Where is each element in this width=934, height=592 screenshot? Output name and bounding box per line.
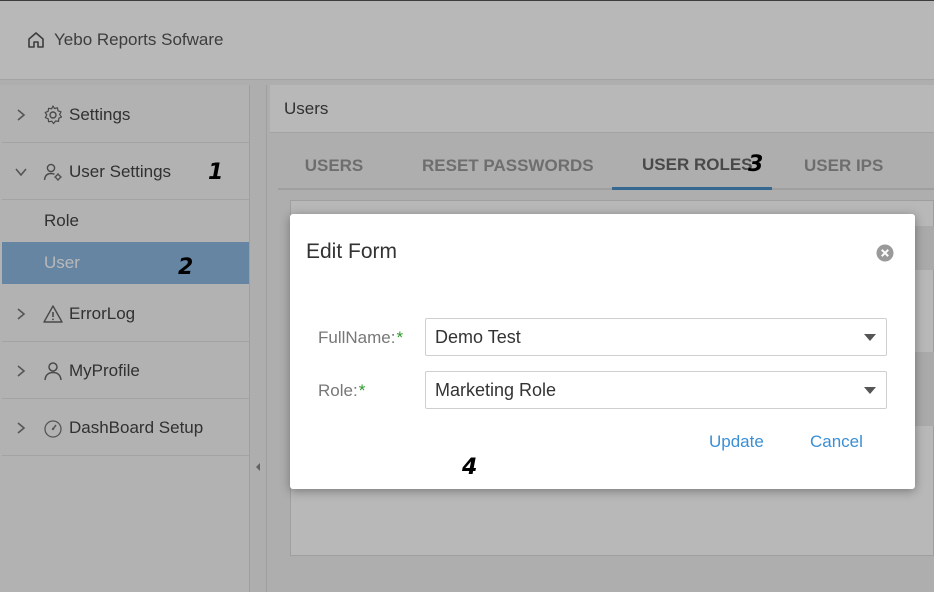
cancel-button[interactable]: Cancel <box>810 432 863 452</box>
fullname-select[interactable]: Demo Test <box>425 318 887 356</box>
role-value: Marketing Role <box>435 379 557 400</box>
required-mark: * <box>396 328 404 347</box>
step-annotation-2: 2 <box>178 255 194 280</box>
fullname-label: FullName:* <box>318 328 404 347</box>
role-label: Role:* <box>318 381 366 400</box>
step-annotation-3: 3 <box>748 152 764 177</box>
step-annotation-1: 1 <box>208 160 224 185</box>
role-select[interactable]: Marketing Role <box>425 371 887 409</box>
close-icon[interactable] <box>876 244 894 262</box>
fullname-value: Demo Test <box>435 326 521 347</box>
edit-form-dialog: Edit Form FullName:* Demo Test Role:* Ma… <box>290 214 915 489</box>
update-button[interactable]: Update <box>709 432 764 452</box>
required-mark: * <box>358 381 366 400</box>
dialog-title: Edit Form <box>306 240 398 263</box>
step-annotation-4: 4 <box>462 455 478 480</box>
chevron-down-icon <box>864 334 876 341</box>
chevron-down-icon <box>864 387 876 394</box>
